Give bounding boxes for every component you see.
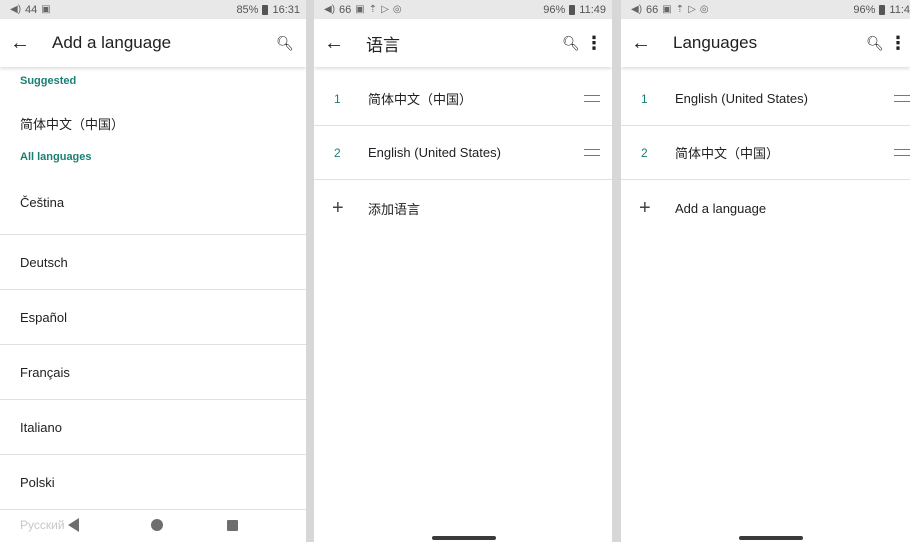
- drag-handle-icon[interactable]: [584, 95, 600, 102]
- languages-screen-chinese: ◀) 66 ▣ ⇡ ▷ ◎ 96% 11:49 ← 语言 🔍︎ ⋮ 1 简体中文…: [314, 0, 612, 542]
- add-language-label: 添加语言: [368, 201, 421, 217]
- drag-handle-icon[interactable]: [894, 95, 910, 102]
- play-store-icon: ▷: [688, 4, 696, 15]
- language-item[interactable]: Italiano: [0, 400, 306, 455]
- add-language-label: Add a language: [675, 200, 767, 216]
- language-label: English (United States): [368, 145, 501, 160]
- language-label: Čeština: [20, 195, 65, 210]
- image-icon: ▣: [355, 4, 365, 15]
- add-language-screen: ◀) 44 ▣ 85% 16:31 ← Add a language 🔍︎ Su…: [0, 0, 306, 542]
- all-languages-header: All languages: [20, 151, 92, 163]
- upload-icon: ⇡: [675, 4, 685, 15]
- image-icon: ▣: [662, 4, 672, 15]
- gesture-home-indicator[interactable]: [432, 536, 496, 540]
- back-arrow-icon[interactable]: ←: [10, 32, 38, 55]
- panel-divider: [612, 0, 621, 542]
- battery-percent: 85%: [236, 3, 259, 16]
- drag-handle-icon[interactable]: [894, 149, 910, 156]
- battery-icon: [262, 4, 269, 15]
- app-bar: ← Languages 🔍︎ ⋮: [621, 19, 910, 67]
- language-order-number: 2: [334, 145, 341, 160]
- language-order-number: 2: [641, 145, 648, 160]
- search-icon[interactable]: 🔍︎: [272, 35, 298, 52]
- language-item[interactable]: Polski: [0, 455, 306, 510]
- status-time: 11:4: [889, 3, 910, 16]
- battery-icon: [879, 4, 886, 15]
- nav-back-icon[interactable]: [68, 518, 79, 532]
- plus-icon: +: [639, 196, 651, 219]
- language-label: 简体中文（中国）: [20, 116, 125, 132]
- sync-icon: ◎: [699, 4, 709, 15]
- search-icon[interactable]: 🔍︎: [862, 35, 888, 52]
- language-item[interactable]: Español: [0, 290, 306, 345]
- status-bar: ◀) 44 ▣ 85% 16:31: [0, 0, 306, 19]
- plus-icon: +: [332, 196, 344, 219]
- language-label: Polski: [20, 474, 55, 490]
- add-language-button[interactable]: + Add a language: [621, 180, 910, 236]
- status-left-text: 66: [339, 3, 352, 16]
- volume-icon: ◀): [10, 4, 22, 15]
- battery-icon: [569, 4, 576, 15]
- nav-recents-icon[interactable]: [227, 519, 238, 531]
- volume-icon: ◀): [324, 4, 336, 15]
- more-options-icon[interactable]: ⋮: [584, 33, 604, 54]
- status-time: 16:31: [272, 3, 300, 16]
- language-order-number: 1: [641, 91, 648, 106]
- status-time: 11:49: [579, 3, 606, 16]
- language-order-number: 1: [334, 91, 341, 106]
- status-bar: ◀) 66 ▣ ⇡ ▷ ◎ 96% 11:49: [314, 0, 612, 19]
- volume-icon: ◀): [631, 4, 643, 15]
- image-icon: ▣: [41, 4, 51, 15]
- language-label: Italiano: [20, 419, 62, 435]
- back-arrow-icon[interactable]: ←: [324, 32, 352, 55]
- gesture-home-indicator[interactable]: [739, 536, 803, 540]
- language-item-partial[interactable]: Русский: [20, 518, 65, 532]
- language-row[interactable]: 1 简体中文（中国）: [314, 72, 612, 126]
- battery-percent: 96%: [543, 3, 566, 16]
- battery-percent: 96%: [853, 3, 876, 16]
- nav-home-icon[interactable]: [151, 519, 163, 531]
- languages-screen-english: ◀) 66 ▣ ⇡ ▷ ◎ 96% 11:4 ← Languages 🔍︎ ⋮ …: [621, 0, 910, 542]
- language-label: 简体中文（中国）: [675, 146, 780, 161]
- search-icon[interactable]: 🔍︎: [558, 35, 584, 52]
- play-store-icon: ▷: [381, 4, 389, 15]
- page-title: 语言: [366, 35, 400, 55]
- language-row[interactable]: 1 English (United States): [621, 72, 910, 126]
- language-label: Deutsch: [20, 254, 68, 270]
- upload-icon: ⇡: [368, 4, 378, 15]
- language-item[interactable]: Français: [0, 345, 306, 400]
- page-title: Languages: [673, 33, 758, 52]
- app-bar: ← Add a language 🔍︎: [0, 19, 306, 67]
- language-item[interactable]: Deutsch: [0, 235, 306, 290]
- back-arrow-icon[interactable]: ←: [631, 32, 659, 55]
- language-item-suggested[interactable]: 简体中文（中国）: [0, 99, 306, 147]
- page-title: Add a language: [52, 33, 172, 52]
- add-language-button[interactable]: + 添加语言: [314, 180, 612, 236]
- sync-icon: ◎: [392, 4, 402, 15]
- language-label: 简体中文（中国）: [368, 92, 473, 107]
- more-options-icon[interactable]: ⋮: [888, 33, 908, 54]
- language-row[interactable]: 2 简体中文（中国）: [621, 126, 910, 180]
- status-left-text: 44: [25, 3, 38, 16]
- status-bar: ◀) 66 ▣ ⇡ ▷ ◎ 96% 11:4: [621, 0, 910, 19]
- navigation-bar: Русский: [0, 508, 306, 542]
- language-label: English (United States): [675, 91, 808, 106]
- app-bar: ← 语言 🔍︎ ⋮: [314, 19, 612, 67]
- drag-handle-icon[interactable]: [584, 149, 600, 156]
- language-label: Español: [20, 309, 67, 325]
- panel-divider: [306, 0, 314, 542]
- suggested-header: Suggested: [20, 75, 77, 87]
- status-left-text: 66: [646, 3, 659, 16]
- language-item[interactable]: Čeština: [0, 171, 306, 235]
- language-label: Français: [20, 364, 70, 380]
- language-row[interactable]: 2 English (United States): [314, 126, 612, 180]
